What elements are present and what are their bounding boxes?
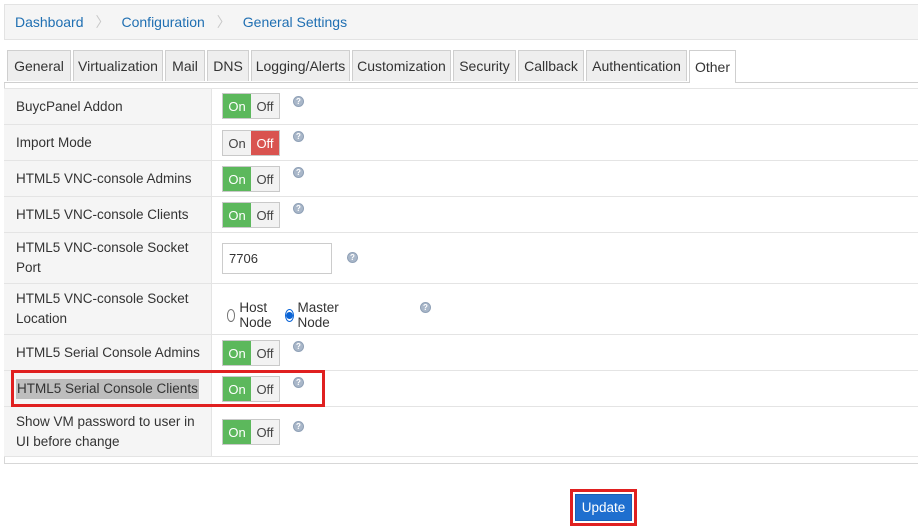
vnc-socket-location-radios: Host Node Master Node [227,300,351,330]
setting-label: HTML5 VNC-console Socket Location [4,284,212,334]
setting-label: Import Mode [4,125,212,160]
toggle-off[interactable]: Off [251,420,279,444]
toggle-off[interactable]: Off [251,94,279,118]
tab-other[interactable]: Other [689,50,736,83]
setting-row-serial-admins: HTML5 Serial Console Admins On Off ? [4,334,918,370]
vnc-socket-port-input[interactable] [222,243,332,274]
setting-label: BuycPanel Addon [4,89,212,124]
tab-security[interactable]: Security [453,50,516,81]
tab-virtualization[interactable]: Virtualization [73,50,163,81]
toggle-on[interactable]: On [223,203,251,227]
setting-label: Show VM password to user in UI before ch… [4,407,212,456]
breadcrumb-configuration[interactable]: Configuration [122,14,205,30]
import-mode-toggle[interactable]: On Off [222,130,280,156]
tab-customization[interactable]: Customization [352,50,451,81]
setting-row-import-mode: Import Mode On Off ? [4,124,918,160]
help-icon[interactable]: ? [293,203,304,214]
vnc-clients-toggle[interactable]: On Off [222,202,280,228]
setting-label: HTML5 Serial Console Clients [16,378,199,399]
setting-row-serial-clients: HTML5 Serial Console Clients On Off ? [4,370,918,406]
setting-row-vnc-clients: HTML5 VNC-console Clients On Off ? [4,196,918,232]
breadcrumb: Dashboard 〉 Configuration 〉 General Sett… [4,4,918,40]
radio-master-node[interactable] [284,308,294,322]
setting-label: HTML5 Serial Console Admins [4,335,212,370]
setting-row-buycpanel-addon: BuycPanel Addon On Off ? [4,88,918,124]
help-icon[interactable]: ? [293,377,304,388]
help-icon[interactable]: ? [293,421,304,432]
buycpanel-addon-toggle[interactable]: On Off [222,93,280,119]
toggle-on[interactable]: On [223,131,251,155]
toggle-on[interactable]: On [223,341,251,365]
show-vm-password-toggle[interactable]: On Off [222,419,280,445]
toggle-on[interactable]: On [223,167,251,191]
settings-tabs: General Virtualization Mail DNS Logging/… [4,50,918,83]
tab-mail[interactable]: Mail [165,50,205,81]
breadcrumb-dashboard[interactable]: Dashboard [15,14,84,30]
help-icon[interactable]: ? [293,96,304,107]
toggle-on[interactable]: On [223,420,251,444]
tab-logging-alerts[interactable]: Logging/Alerts [251,50,350,81]
toggle-off[interactable]: Off [251,203,279,227]
setting-row-vnc-socket-location: HTML5 VNC-console Socket Location Host N… [4,283,918,334]
tab-dns[interactable]: DNS [207,50,249,81]
toggle-off[interactable]: Off [251,341,279,365]
setting-row-vnc-socket-port: HTML5 VNC-console Socket Port ? [4,232,918,283]
setting-label-container: HTML5 Serial Console Clients [4,371,212,406]
setting-label: HTML5 VNC-console Admins [4,161,212,196]
setting-row-show-vm-password: Show VM password to user in UI before ch… [4,406,918,457]
vnc-admins-toggle[interactable]: On Off [222,166,280,192]
help-icon[interactable]: ? [420,302,431,313]
chevron-right-icon: 〉 [95,14,110,30]
tab-callback[interactable]: Callback [518,50,584,81]
tab-general[interactable]: General [7,50,71,81]
serial-clients-toggle[interactable]: On Off [222,376,280,402]
chevron-right-icon: 〉 [216,14,231,30]
update-button[interactable]: Update [575,494,632,521]
help-icon[interactable]: ? [293,341,304,352]
toggle-off[interactable]: Off [251,131,279,155]
radio-label-host-node[interactable]: Host Node [239,300,276,330]
tab-authentication[interactable]: Authentication [586,50,687,81]
serial-admins-toggle[interactable]: On Off [222,340,280,366]
radio-host-node[interactable] [227,308,236,322]
help-icon[interactable]: ? [347,252,358,263]
update-button-highlight: Update [570,489,637,526]
help-icon[interactable]: ? [293,131,304,142]
help-icon[interactable]: ? [293,167,304,178]
radio-label-master-node[interactable]: Master Node [298,300,343,330]
toggle-off[interactable]: Off [251,377,279,401]
breadcrumb-general-settings[interactable]: General Settings [243,14,347,30]
toggle-off[interactable]: Off [251,167,279,191]
toggle-on[interactable]: On [223,94,251,118]
setting-label: HTML5 VNC-console Clients [4,197,212,232]
toggle-on[interactable]: On [223,377,251,401]
setting-row-vnc-admins: HTML5 VNC-console Admins On Off ? [4,160,918,196]
setting-label: HTML5 VNC-console Socket Port [4,233,212,283]
